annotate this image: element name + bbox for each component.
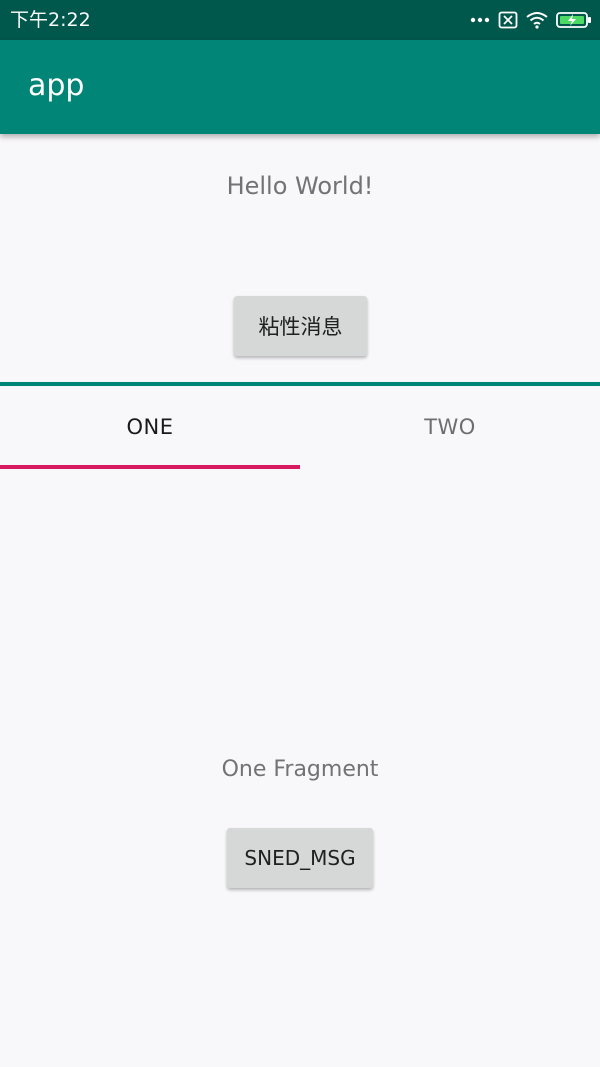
tab-bar: ONE TWO — [0, 386, 600, 470]
app-title: app — [28, 68, 85, 103]
wifi-icon — [526, 11, 548, 29]
fragment-label: One Fragment — [221, 757, 379, 782]
hello-world-text: Hello World! — [226, 172, 374, 200]
sticky-message-button[interactable]: 粘性消息 — [234, 296, 367, 356]
status-time: 下午2:22 — [10, 9, 91, 31]
status-icons — [470, 8, 592, 32]
tab-indicator — [0, 465, 300, 469]
send-message-button[interactable]: SNED_MSG — [227, 828, 373, 888]
sim-off-icon — [498, 11, 518, 29]
app-bar: app — [0, 40, 600, 134]
battery-charging-icon — [556, 11, 592, 29]
tab-two[interactable]: TWO — [300, 386, 600, 470]
tab-one[interactable]: ONE — [0, 386, 300, 470]
app-screen: 下午2:22 app Hello World! 粘性消息 ONE TWO One… — [0, 0, 600, 1067]
status-bar: 下午2:22 — [0, 0, 600, 40]
more-dots-icon — [470, 16, 490, 24]
